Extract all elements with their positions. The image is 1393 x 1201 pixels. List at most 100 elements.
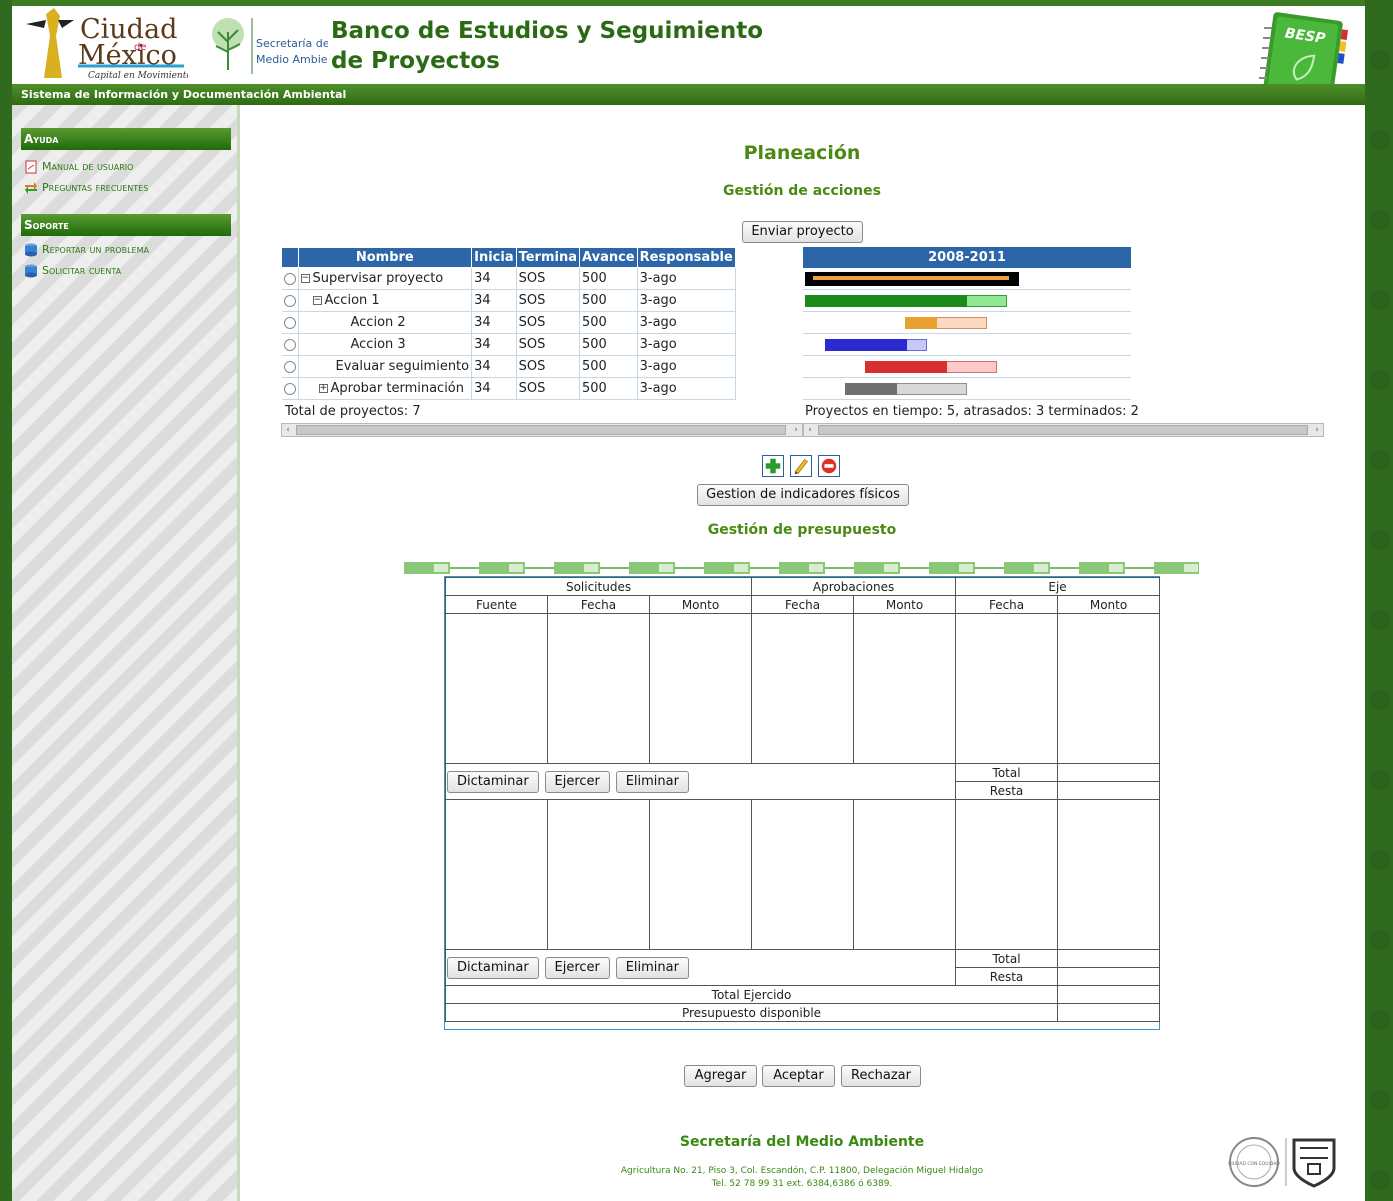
budget-cell [751,799,855,950]
row-name: Aprobar terminación [330,381,465,396]
scroll-thumb[interactable] [296,425,786,435]
row-avance: 500 [579,355,638,378]
dictaminar-button[interactable]: Dictaminar [447,956,539,979]
app-title: Banco de Estudios y Seguimiento de Proye… [331,18,764,74]
collapse-icon[interactable]: − [312,296,322,305]
total-ejercido-label: Total Ejercido [444,985,1059,1004]
row-avance: 500 [579,311,638,334]
scroll-right-icon[interactable]: › [790,424,802,436]
row-radio[interactable] [283,294,296,307]
row-termina: SOS [516,289,581,312]
cdmx-logo: Ciudad de México Capital en Movimiento [26,8,188,81]
row-responsable: 3-ago [637,289,736,312]
scroll-thumb[interactable] [818,425,1308,435]
row-avance: 500 [579,267,638,290]
pdf-icon [25,160,37,174]
gantt-bar-progress [865,361,947,373]
grid-header-termina[interactable]: Termina [515,247,581,268]
row-inicia: 34 [471,289,517,312]
grid-scrollbar[interactable]: ‹ › [281,423,803,437]
sidebar: Ayuda Manual de usuario Preguntas frecue… [12,105,240,1201]
row-radio[interactable] [283,382,296,395]
sidebar-item-account[interactable]: Solicitar cuenta [24,262,121,280]
row-radio[interactable] [283,316,296,329]
send-project-button[interactable]: Enviar proyecto [742,221,863,243]
table-row[interactable]: − Accion 1 34 SOS 500 3-ago [281,289,736,312]
sidebar-item-label: Solicitar cuenta [42,264,122,277]
row-inicia: 34 [471,311,517,334]
row-responsable: 3-ago [637,355,736,378]
sidebar-item-faq[interactable]: Preguntas frecuentes [24,179,148,197]
gantt-row [803,268,1131,290]
row-radio[interactable] [283,360,296,373]
budget-cell [547,613,650,764]
row-name: Supervisar proyecto [312,271,444,286]
ejercer-button[interactable]: Ejercer [544,770,610,793]
rechazar-button[interactable]: Rechazar [841,1065,921,1087]
table-row[interactable]: Evaluar seguimiento 34 SOS 500 3-ago [281,355,736,378]
sidebar-item-report[interactable]: Reportar un problema [24,241,149,259]
budget-cell [955,613,1059,764]
table-row[interactable]: Accion 3 34 SOS 500 3-ago [281,333,736,356]
dictaminar-button[interactable]: Dictaminar [447,770,539,793]
sma-logo-line1: Secretaría del [256,37,328,50]
scroll-right-icon[interactable]: › [1311,424,1323,436]
resta-label: Resta [955,967,1059,986]
eliminar-button[interactable]: Eliminar [615,956,689,979]
budget-cell [751,613,855,764]
row-avance: 500 [579,333,638,356]
sma-logo-line2: Medio Ambiente [256,53,328,66]
scroll-left-icon[interactable]: ‹ [804,424,816,436]
grid-header-avance[interactable]: Avance [579,247,638,268]
ejercer-button[interactable]: Ejercer [544,956,610,979]
budget-actions-row: Dictaminar Ejercer Eliminar [444,763,957,800]
table-row[interactable]: + Aprobar terminación 34 SOS 500 3-ago [281,377,736,400]
column-header-monto: Monto [648,595,753,614]
group-header-eje: Eje [955,577,1161,596]
column-header-monto: Monto [853,595,957,614]
row-responsable: 3-ago [637,311,736,334]
column-header-fecha: Fecha [751,595,855,614]
total-value [1057,949,1161,968]
footer-address-line1: Agricultura No. 21, Piso 3, Col. Escandó… [620,1166,984,1176]
sidebar-item-manual[interactable]: Manual de usuario [24,158,133,176]
column-header-fuente: Fuente [445,595,548,614]
database-icon [25,264,37,278]
grid-header-nombre[interactable]: Nombre [297,247,473,268]
gantt-bar-progress [905,317,937,329]
row-radio[interactable] [283,272,296,285]
scroll-left-icon[interactable]: ‹ [282,424,294,436]
row-avance: 500 [579,289,638,312]
row-inicia: 34 [471,333,517,356]
collapse-icon[interactable]: − [300,274,310,283]
row-termina: SOS [516,377,581,400]
section-title-budget: Gestión de presupuesto [707,522,897,538]
group-header-aprobaciones: Aprobaciones [751,577,957,596]
row-responsable: 3-ago [637,377,736,400]
indicadores-button[interactable]: Gestion de indicadores físicos [697,484,909,506]
grid-header-responsable[interactable]: Responsable [636,247,736,268]
database-icon [25,243,37,257]
budget-cell [853,799,957,950]
delete-icon[interactable] [818,455,840,477]
row-avance: 500 [579,377,638,400]
add-icon[interactable] [762,455,784,477]
gantt-header: 2008-2011 [803,247,1131,268]
eliminar-button[interactable]: Eliminar [615,770,689,793]
row-name: Evaluar seguimiento [298,355,473,378]
sma-logo: Secretaría del Medio Ambiente [212,18,328,74]
table-row[interactable]: Accion 2 34 SOS 500 3-ago [281,311,736,334]
table-row[interactable]: − Supervisar proyecto 34 SOS 500 3-ago [281,267,736,290]
gantt-scrollbar[interactable]: ‹ › [803,423,1324,437]
page: Ciudad de México Capital en Movimiento S… [12,0,1365,1201]
row-radio[interactable] [283,338,296,351]
grid-header-inicia[interactable]: Inicia [471,247,517,268]
agregar-button[interactable]: Agregar [684,1065,757,1087]
edit-icon[interactable] [790,455,812,477]
budget-data-row [445,613,1161,764]
total-ejercido-value [1057,985,1161,1004]
budget-cell [445,799,548,950]
aceptar-button[interactable]: Aceptar [762,1065,835,1087]
presupuesto-disponible-label: Presupuesto disponible [444,1003,1059,1022]
expand-icon[interactable]: + [318,384,328,393]
